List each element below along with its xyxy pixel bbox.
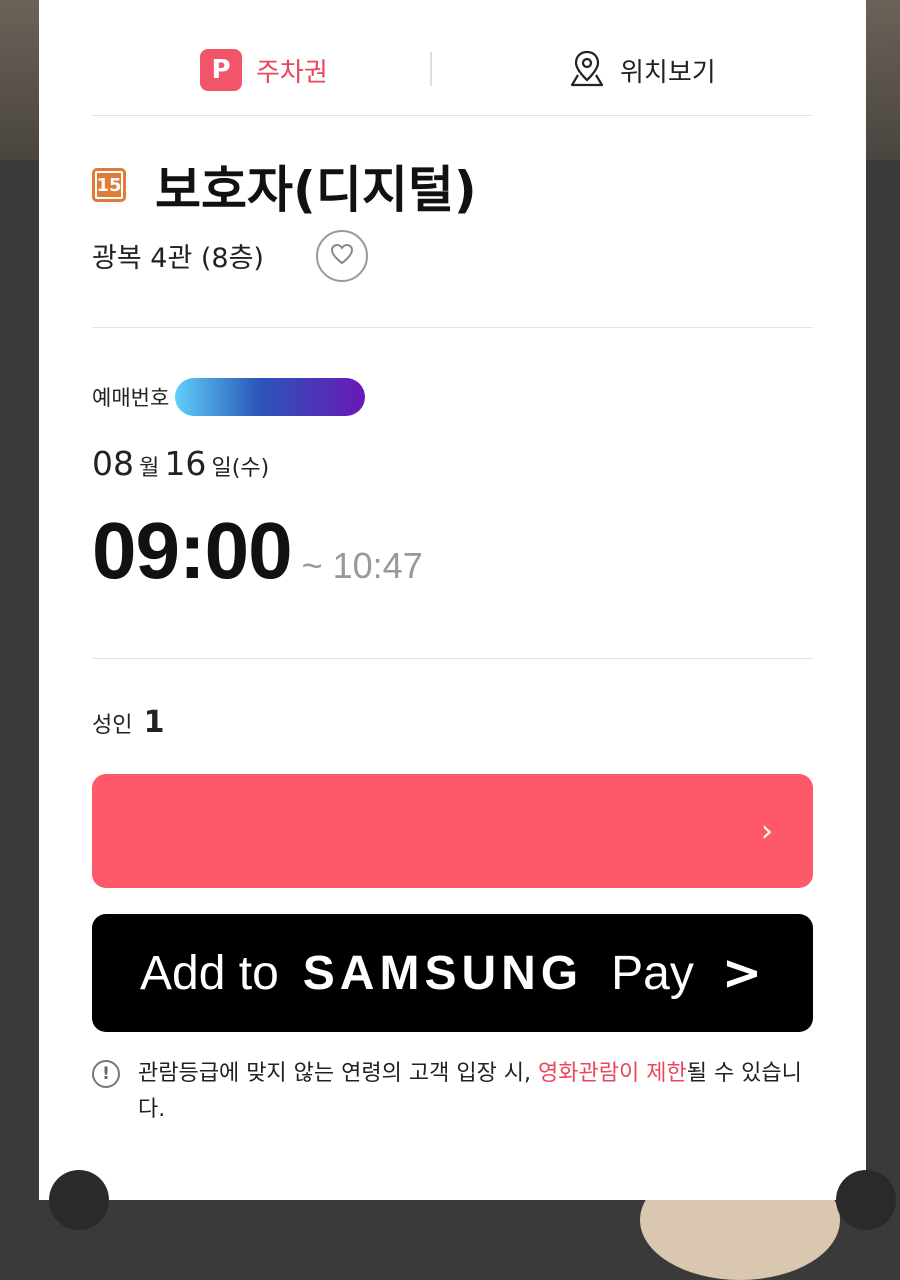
ticket-top-tabs: P 주차권 위치보기: [92, 40, 813, 100]
month-unit: 월: [139, 456, 160, 481]
map-pin-icon: [568, 48, 606, 92]
divider: [92, 115, 813, 116]
heart-icon: [329, 242, 355, 270]
day-unit: 일(수): [211, 456, 270, 481]
divider: [92, 327, 813, 328]
movie-title: 보호자(디지털): [155, 161, 477, 219]
samsung-pay-add-label: Add to: [140, 946, 279, 1000]
tab-divider: [430, 52, 432, 86]
favorite-button[interactable]: [316, 230, 368, 282]
show-time: 09:00 ~ 10:47: [92, 505, 423, 597]
start-time: 09:00: [92, 506, 293, 595]
parking-ticket-label: 주차권: [256, 57, 328, 88]
ticket-notch-left: [49, 1170, 109, 1230]
ticket-notch-right: [836, 1170, 896, 1230]
notice-highlight: 영화관람이 제한: [538, 1061, 687, 1086]
info-icon: !: [92, 1060, 120, 1088]
chevron-right-icon: >: [721, 945, 763, 1001]
audience-number: 1: [143, 705, 165, 740]
samsung-pay-label: Pay: [611, 946, 694, 1000]
age-rating-badge: 15: [92, 168, 126, 202]
samsung-logo-text: SAMSUNG: [302, 946, 584, 1000]
audience-count: 성인 1: [92, 705, 164, 740]
view-location-tab[interactable]: 위치보기: [568, 48, 716, 92]
end-time: ~ 10:47: [301, 545, 423, 586]
view-location-label: 위치보기: [620, 57, 716, 88]
divider: [92, 658, 813, 659]
notice-text-before: 관람등급에 맞지 않는 연령의 고객 입장 시,: [138, 1061, 539, 1086]
booking-number-redaction: [175, 378, 365, 416]
theater-info: 광복 4관 (8층): [92, 243, 264, 274]
notice-text: 관람등급에 맞지 않는 연령의 고객 입장 시, 영화관람이 제한될 수 있습니…: [138, 1056, 818, 1128]
show-day: 16: [164, 444, 207, 483]
parking-icon: P: [200, 49, 242, 91]
booking-number-label: 예매번호: [92, 386, 170, 410]
show-date: 08 월 16 일(수): [92, 444, 269, 483]
add-to-samsung-pay-button[interactable]: Add to SAMSUNG Pay >: [92, 914, 813, 1032]
chevron-right-icon: ›: [761, 814, 773, 849]
primary-action-button[interactable]: ›: [92, 774, 813, 888]
parking-ticket-tab[interactable]: P 주차권: [200, 48, 328, 92]
audience-type-label: 성인: [92, 713, 133, 738]
show-month: 08: [92, 444, 134, 483]
